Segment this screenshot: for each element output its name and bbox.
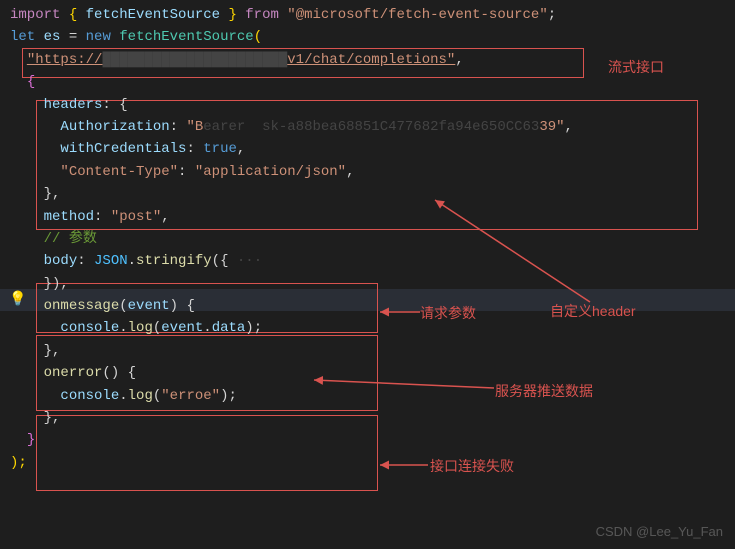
- watermark: CSDN @Lee_Yu_Fan: [596, 522, 723, 543]
- code-block: import { fetchEventSource } from "@micro…: [0, 0, 735, 478]
